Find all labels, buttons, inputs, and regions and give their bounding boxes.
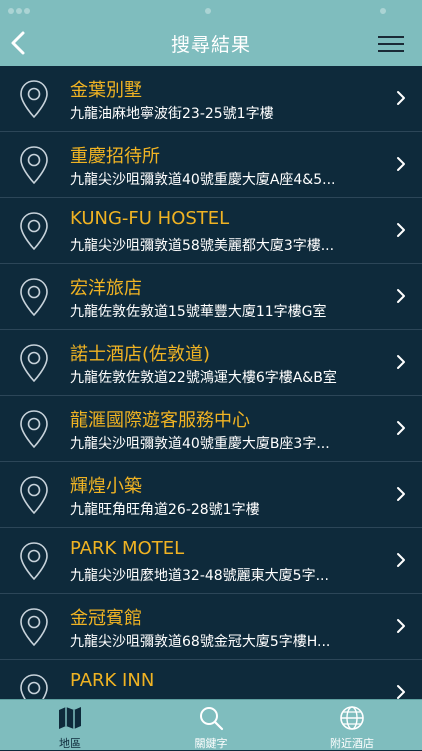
tab-nearby[interactable]: 附近酒店: [282, 700, 422, 751]
chevron-right-icon: [397, 487, 405, 501]
hotel-address: 九龍尖沙咀彌敦道40號重慶大廈B座3字...: [70, 436, 330, 452]
hotel-address: 九龍尖沙咀彌敦道40號重慶大廈A座4&5...: [70, 172, 336, 188]
hotel-name: 重慶招待所: [70, 146, 160, 167]
list-item[interactable]: 金葉別墅 九龍油麻地寧波街23-25號1字樓: [0, 66, 422, 132]
search-icon: [200, 707, 224, 731]
chevron-right-icon: [397, 421, 405, 435]
tab-label: 地區: [59, 737, 81, 750]
hamburger-menu-icon-line: [378, 50, 404, 52]
hotel-name: 龍滙國際遊客服務中心: [70, 410, 250, 431]
signal-icon: [8, 8, 14, 14]
map-pin-icon: [20, 278, 48, 317]
status-bar: [0, 0, 422, 20]
map-pin-icon: [20, 344, 48, 383]
tab-label: 關鍵字: [194, 737, 228, 750]
hotel-name: 金冠賓館: [70, 608, 142, 629]
battery-icon: [380, 8, 386, 14]
tab-area[interactable]: 地區: [0, 700, 140, 751]
hotel-address: 九龍佐敦佐敦道22號鴻運大樓6字樓A&B室: [70, 370, 337, 386]
menu-button[interactable]: [378, 36, 404, 52]
map-pin-icon: [20, 608, 48, 647]
list-item[interactable]: 金冠賓館 九龍尖沙咀彌敦道68號金冠大廈5字樓H...: [0, 594, 422, 660]
hotel-address: 九龍油麻地寧波街23-25號1字樓: [70, 106, 274, 122]
signal-icon: [24, 8, 30, 14]
list-item[interactable]: 重慶招待所 九龍尖沙咀彌敦道40號重慶大廈A座4&5...: [0, 132, 422, 198]
tab-bar: 地區 關鍵字 附近酒店: [0, 699, 422, 750]
map-pin-icon: [20, 80, 48, 119]
hotel-name: 諾士酒店(佐敦道): [70, 344, 211, 365]
chevron-right-icon: [397, 355, 405, 369]
hotel-address: 九龍尖沙咀彌敦道68號金冠大廈5字樓H...: [70, 634, 331, 650]
chevron-right-icon: [397, 619, 405, 633]
tab-label: 附近酒店: [330, 737, 374, 750]
hotel-address: 九龍尖沙咀麼地道32-48號麗東大廈5字...: [70, 568, 329, 584]
hotel-address: 九龍旺角旺角道26-28號1字樓: [70, 502, 260, 518]
map-icon: [59, 707, 81, 729]
map-pin-icon: [20, 674, 48, 699]
hamburger-menu-icon: [378, 36, 404, 38]
map-pin-icon: [20, 410, 48, 449]
chevron-right-icon: [397, 91, 405, 105]
hotel-address: 九龍佐敦佐敦道15號華豐大廈11字樓G室: [70, 304, 327, 320]
tab-keyword[interactable]: 關鍵字: [141, 700, 281, 751]
hotel-name: 宏洋旅店: [70, 278, 142, 299]
list-item[interactable]: PARK INN: [0, 660, 422, 699]
hotel-name: PARK MOTEL: [70, 538, 185, 559]
hamburger-menu-icon-line: [378, 43, 404, 45]
signal-icon: [16, 8, 22, 14]
results-list[interactable]: 金葉別墅 九龍油麻地寧波街23-25號1字樓 重慶招待所 九龍尖沙咀彌敦道40號…: [0, 66, 422, 699]
map-pin-icon: [20, 146, 48, 185]
chevron-right-icon: [397, 553, 405, 567]
list-item[interactable]: KUNG-FU HOSTEL 九龍尖沙咀彌敦道58號美麗都大廈3字樓...: [0, 198, 422, 264]
map-pin-icon: [20, 476, 48, 515]
chevron-right-icon: [397, 289, 405, 303]
wifi-icon: [205, 8, 211, 14]
hotel-name: 金葉別墅: [70, 80, 142, 101]
globe-icon: [340, 706, 364, 730]
chevron-right-icon: [397, 223, 405, 237]
hotel-address: 九龍尖沙咀彌敦道58號美麗都大廈3字樓...: [70, 238, 335, 254]
map-pin-icon: [20, 542, 48, 581]
hotel-name: 輝煌小築: [70, 476, 142, 497]
list-item[interactable]: 宏洋旅店 九龍佐敦佐敦道15號華豐大廈11字樓G室: [0, 264, 422, 330]
list-item[interactable]: 輝煌小築 九龍旺角旺角道26-28號1字樓: [0, 462, 422, 528]
list-item[interactable]: PARK MOTEL 九龍尖沙咀麼地道32-48號麗東大廈5字...: [0, 528, 422, 594]
chevron-right-icon: [397, 685, 405, 699]
list-item[interactable]: 龍滙國際遊客服務中心 九龍尖沙咀彌敦道40號重慶大廈B座3字...: [0, 396, 422, 462]
list-item[interactable]: 諾士酒店(佐敦道) 九龍佐敦佐敦道22號鴻運大樓6字樓A&B室: [0, 330, 422, 396]
nav-bar: 搜尋結果: [0, 0, 422, 66]
page-title: 搜尋結果: [170, 34, 251, 56]
hotel-name: KUNG-FU HOSTEL: [70, 208, 230, 229]
map-pin-icon: [20, 212, 48, 251]
hotel-name: PARK INN: [70, 670, 155, 691]
chevron-right-icon: [397, 157, 405, 171]
